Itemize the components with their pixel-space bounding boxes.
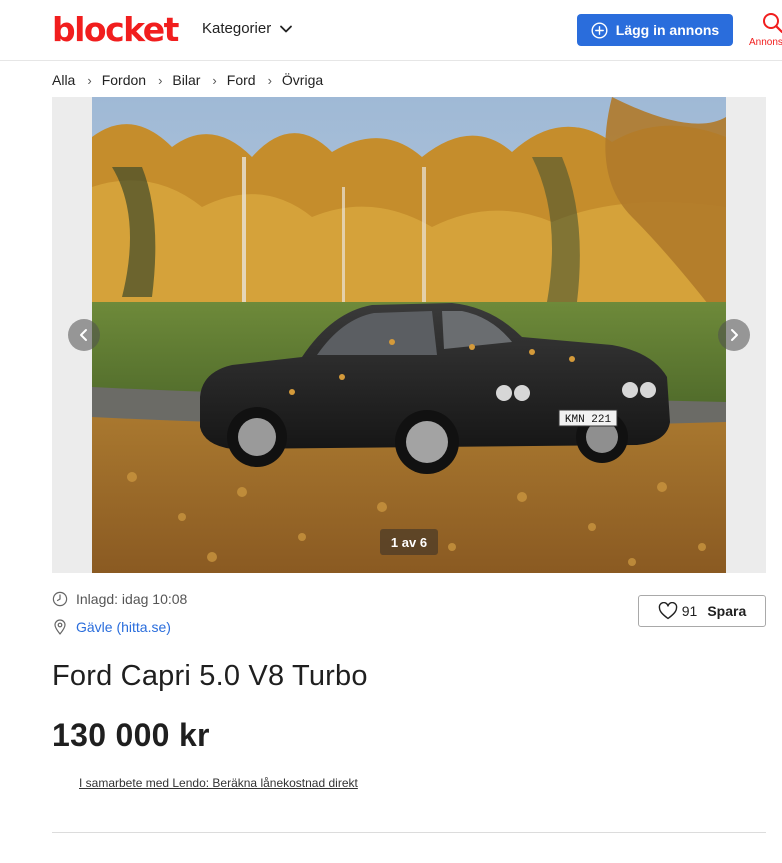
categories-menu[interactable]: Kategorier	[202, 20, 293, 37]
image-gallery: KMN 221 1 av 6	[52, 97, 766, 573]
breadcrumb-bilar[interactable]: Bilar	[172, 72, 200, 88]
blocket-logo[interactable]: blocket	[52, 10, 179, 50]
car-photo-illustration: KMN 221	[92, 97, 726, 573]
location-pin-icon	[54, 619, 66, 635]
section-divider	[52, 832, 766, 833]
location-link[interactable]: Gävle (hitta.se)	[52, 617, 171, 637]
search-icon	[763, 13, 782, 34]
save-label: Spara	[707, 603, 747, 619]
breadcrumb-separator-icon: ›	[212, 72, 217, 88]
chevron-down-icon	[280, 25, 293, 32]
location-text: Gävle (hitta.se)	[76, 619, 171, 635]
heart-icon	[658, 602, 677, 620]
breadcrumb-ovriga[interactable]: Övriga	[282, 72, 323, 88]
listing-photo[interactable]: KMN 221	[92, 97, 726, 573]
listing-title: Ford Capri 5.0 V8 Turbo	[52, 660, 368, 692]
image-counter: 1 av 6	[380, 529, 438, 555]
breadcrumb-ford[interactable]: Ford	[227, 72, 256, 88]
post-ad-label: Lägg in annons	[615, 22, 720, 38]
gallery-next-button[interactable]	[718, 319, 750, 351]
posted-info: Inlagd: idag 10:08	[52, 589, 187, 609]
chevron-left-icon	[80, 329, 87, 341]
plus-circle-icon	[591, 21, 608, 39]
chevron-right-icon	[731, 329, 738, 341]
breadcrumb-separator-icon: ›	[267, 72, 272, 88]
save-ad-button[interactable]: 91 Spara	[638, 595, 766, 627]
listing-price: 130 000 kr	[52, 717, 210, 753]
post-ad-button[interactable]: Lägg in annons	[577, 14, 733, 46]
breadcrumb-separator-icon: ›	[87, 72, 92, 88]
breadcrumb: Alla › Fordon › Bilar › Ford › Övriga	[52, 70, 323, 90]
search-label: Annonser	[749, 37, 782, 48]
search-button[interactable]: Annonser	[748, 10, 782, 54]
clock-icon	[52, 591, 68, 607]
posted-text: Inlagd: idag 10:08	[76, 591, 188, 607]
gallery-prev-button[interactable]	[68, 319, 100, 351]
site-header: blocket Kategorier Lägg in annons Annons…	[0, 0, 782, 61]
save-count: 91	[681, 603, 698, 619]
breadcrumb-separator-icon: ›	[158, 72, 163, 88]
breadcrumb-fordon[interactable]: Fordon	[102, 72, 146, 88]
license-plate-text: KMN 221	[565, 414, 612, 426]
categories-label: Kategorier	[202, 20, 272, 37]
breadcrumb-alla[interactable]: Alla	[52, 72, 75, 88]
loan-calculator-link[interactable]: I samarbete med Lendo: Beräkna lånekostn…	[79, 776, 358, 790]
